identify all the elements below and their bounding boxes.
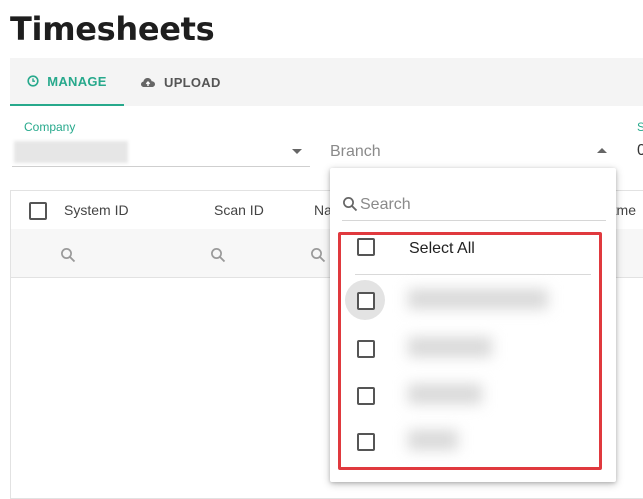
caret-down-icon bbox=[292, 149, 302, 154]
caret-up-icon bbox=[597, 148, 607, 153]
tab-bar: MANAGE UPLOAD bbox=[10, 58, 643, 106]
search-icon[interactable] bbox=[310, 247, 326, 268]
page-title: Timesheets bbox=[10, 10, 215, 48]
branch-select[interactable]: Branch bbox=[330, 138, 617, 166]
clock-icon bbox=[27, 75, 39, 87]
search-icon bbox=[342, 196, 358, 217]
company-select[interactable] bbox=[12, 138, 310, 167]
tab-upload-label: UPLOAD bbox=[164, 74, 221, 90]
tab-manage[interactable]: MANAGE bbox=[10, 58, 124, 106]
select-all-rows-checkbox[interactable] bbox=[29, 202, 47, 220]
annotation-highlight-box bbox=[338, 232, 602, 470]
tab-manage-label: MANAGE bbox=[47, 73, 107, 89]
column-header-system-id[interactable]: System ID bbox=[64, 202, 129, 218]
branch-search-input[interactable] bbox=[360, 194, 600, 216]
search-icon[interactable] bbox=[60, 247, 76, 268]
company-value-redacted bbox=[14, 141, 128, 163]
tab-upload[interactable]: UPLOAD bbox=[140, 58, 221, 106]
company-label: Company bbox=[24, 120, 76, 134]
search-icon[interactable] bbox=[210, 247, 226, 268]
third-filter-label: S bbox=[637, 120, 643, 134]
branch-search-field[interactable] bbox=[342, 192, 606, 221]
cloud-upload-icon bbox=[140, 76, 156, 88]
branch-label: Branch bbox=[330, 143, 381, 160]
third-filter-value[interactable]: 0 bbox=[637, 142, 643, 160]
column-header-scan-id[interactable]: Scan ID bbox=[214, 202, 264, 218]
